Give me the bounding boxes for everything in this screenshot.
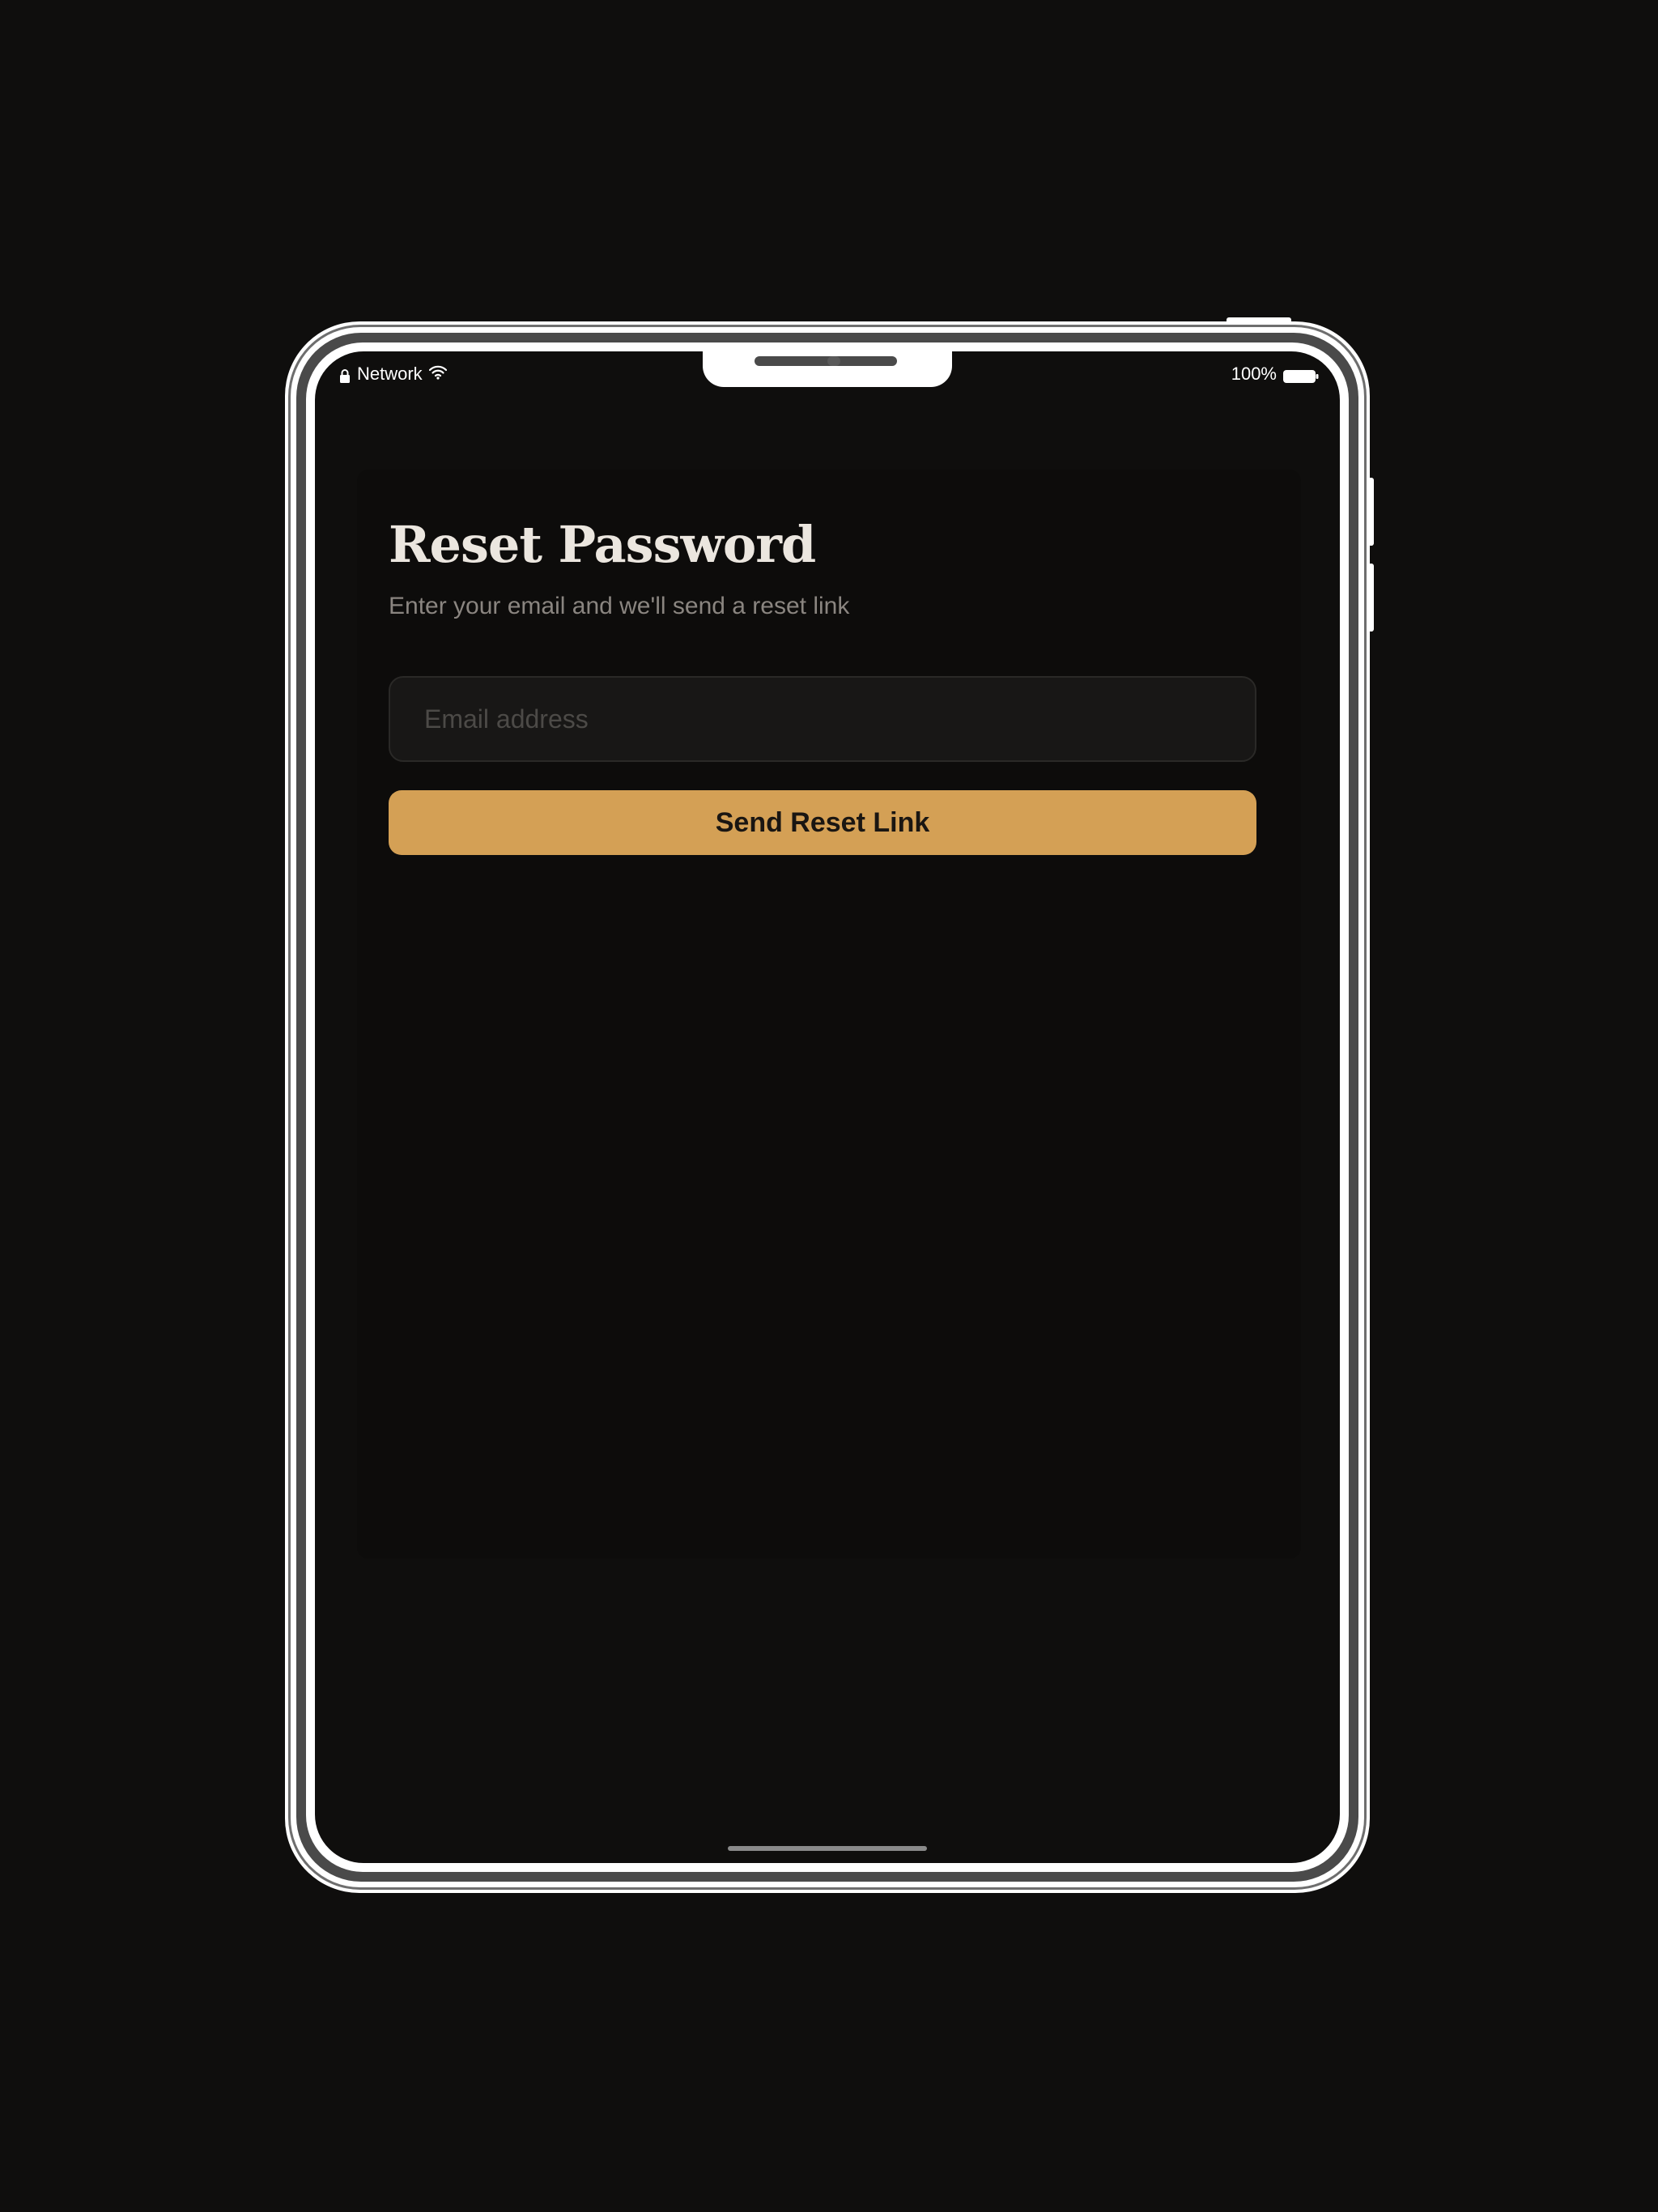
speaker-grille (755, 356, 897, 366)
page-title: Reset Password (389, 515, 816, 574)
status-bar-left: Network (339, 363, 447, 385)
home-indicator[interactable] (728, 1846, 927, 1851)
email-field[interactable] (389, 676, 1256, 762)
battery-label: 100% (1231, 364, 1277, 384)
network-label: Network (357, 364, 423, 384)
power-button (1226, 317, 1291, 324)
reset-card (357, 470, 1301, 1559)
notch (703, 351, 952, 387)
page-subtitle: Enter your email and we'll send a reset … (389, 593, 850, 619)
stage: Network 100% Reset Password Enter your e… (0, 0, 1658, 2212)
volume-down-button (1368, 564, 1374, 632)
send-reset-link-button[interactable]: Send Reset Link (389, 790, 1256, 855)
battery-icon (1283, 368, 1319, 383)
status-bar-right: 100% (1231, 363, 1319, 385)
lock-icon (339, 367, 351, 383)
wifi-icon (428, 364, 447, 385)
volume-up-button (1368, 478, 1374, 546)
front-camera (827, 356, 840, 366)
device-screen: Network 100% (315, 351, 1340, 1863)
